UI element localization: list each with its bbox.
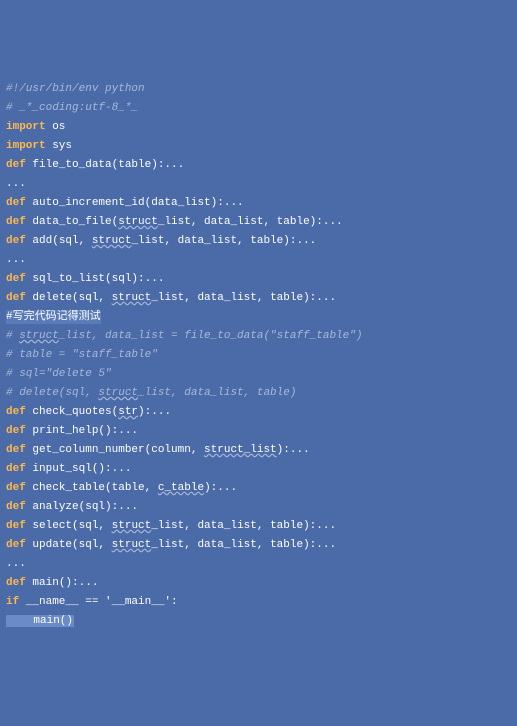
code-line: def file_to_data(table):... <box>6 156 511 175</box>
code-line: def update(sql, struct_list, data_list, … <box>6 536 511 555</box>
code-line: # struct_list, data_list = file_to_data(… <box>6 327 511 346</box>
code-line: # delete(sql, struct_list, data_list, ta… <box>6 384 511 403</box>
code-editor[interactable]: #!/usr/bin/env python# _*_coding:utf-8_*… <box>6 80 511 631</box>
code-line: #写完代码记得测试 <box>6 308 511 327</box>
code-line: def input_sql():... <box>6 460 511 479</box>
code-line: # _*_coding:utf-8_*_ <box>6 99 511 118</box>
code-line: ... <box>6 555 511 574</box>
code-line: if __name__ == '__main__': <box>6 593 511 612</box>
code-line: main() <box>6 612 511 631</box>
code-line: import os <box>6 118 511 137</box>
code-line: def print_help():... <box>6 422 511 441</box>
code-line: def auto_increment_id(data_list):... <box>6 194 511 213</box>
highlighted-comment: #写完代码记得测试 <box>6 310 101 324</box>
code-line: def get_column_number(column, struct_lis… <box>6 441 511 460</box>
code-line: import sys <box>6 137 511 156</box>
cursor-line: main() <box>6 615 74 627</box>
code-line: def analyze(sql):... <box>6 498 511 517</box>
code-line: def delete(sql, struct_list, data_list, … <box>6 289 511 308</box>
code-line: def select(sql, struct_list, data_list, … <box>6 517 511 536</box>
code-line: def main():... <box>6 574 511 593</box>
code-line: def check_table(table, c_table):... <box>6 479 511 498</box>
code-line: def add(sql, struct_list, data_list, tab… <box>6 232 511 251</box>
code-line: def check_quotes(str):... <box>6 403 511 422</box>
code-line: ... <box>6 251 511 270</box>
code-line: # sql="delete 5" <box>6 365 511 384</box>
code-line: ... <box>6 175 511 194</box>
code-line: def data_to_file(struct_list, data_list,… <box>6 213 511 232</box>
code-line: # table = "staff_table" <box>6 346 511 365</box>
code-line: #!/usr/bin/env python <box>6 80 511 99</box>
code-line: def sql_to_list(sql):... <box>6 270 511 289</box>
